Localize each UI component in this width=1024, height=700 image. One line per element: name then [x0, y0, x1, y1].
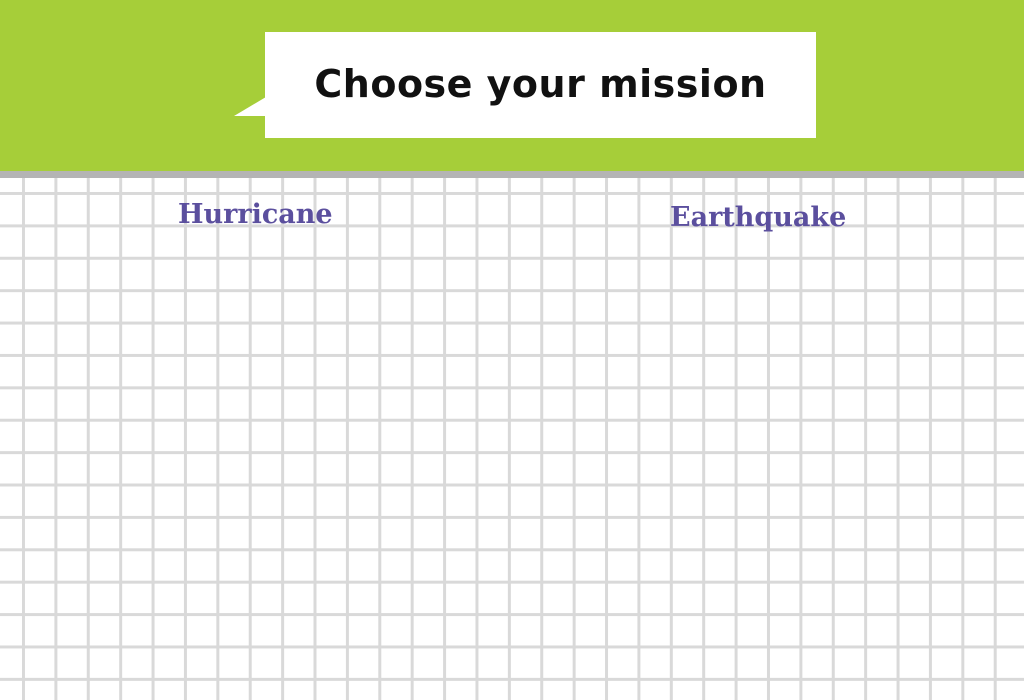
speech-bubble-tail: [234, 97, 266, 116]
mission-select-screen: Choose your mission Hurricane Earthquake: [0, 0, 1024, 700]
mission-option-earthquake[interactable]: Earthquake: [670, 202, 846, 233]
mission-option-hurricane[interactable]: Hurricane: [178, 199, 333, 230]
graph-paper-background: [0, 178, 1024, 700]
header-divider: [0, 171, 1024, 178]
page-title: Choose your mission: [314, 62, 767, 106]
